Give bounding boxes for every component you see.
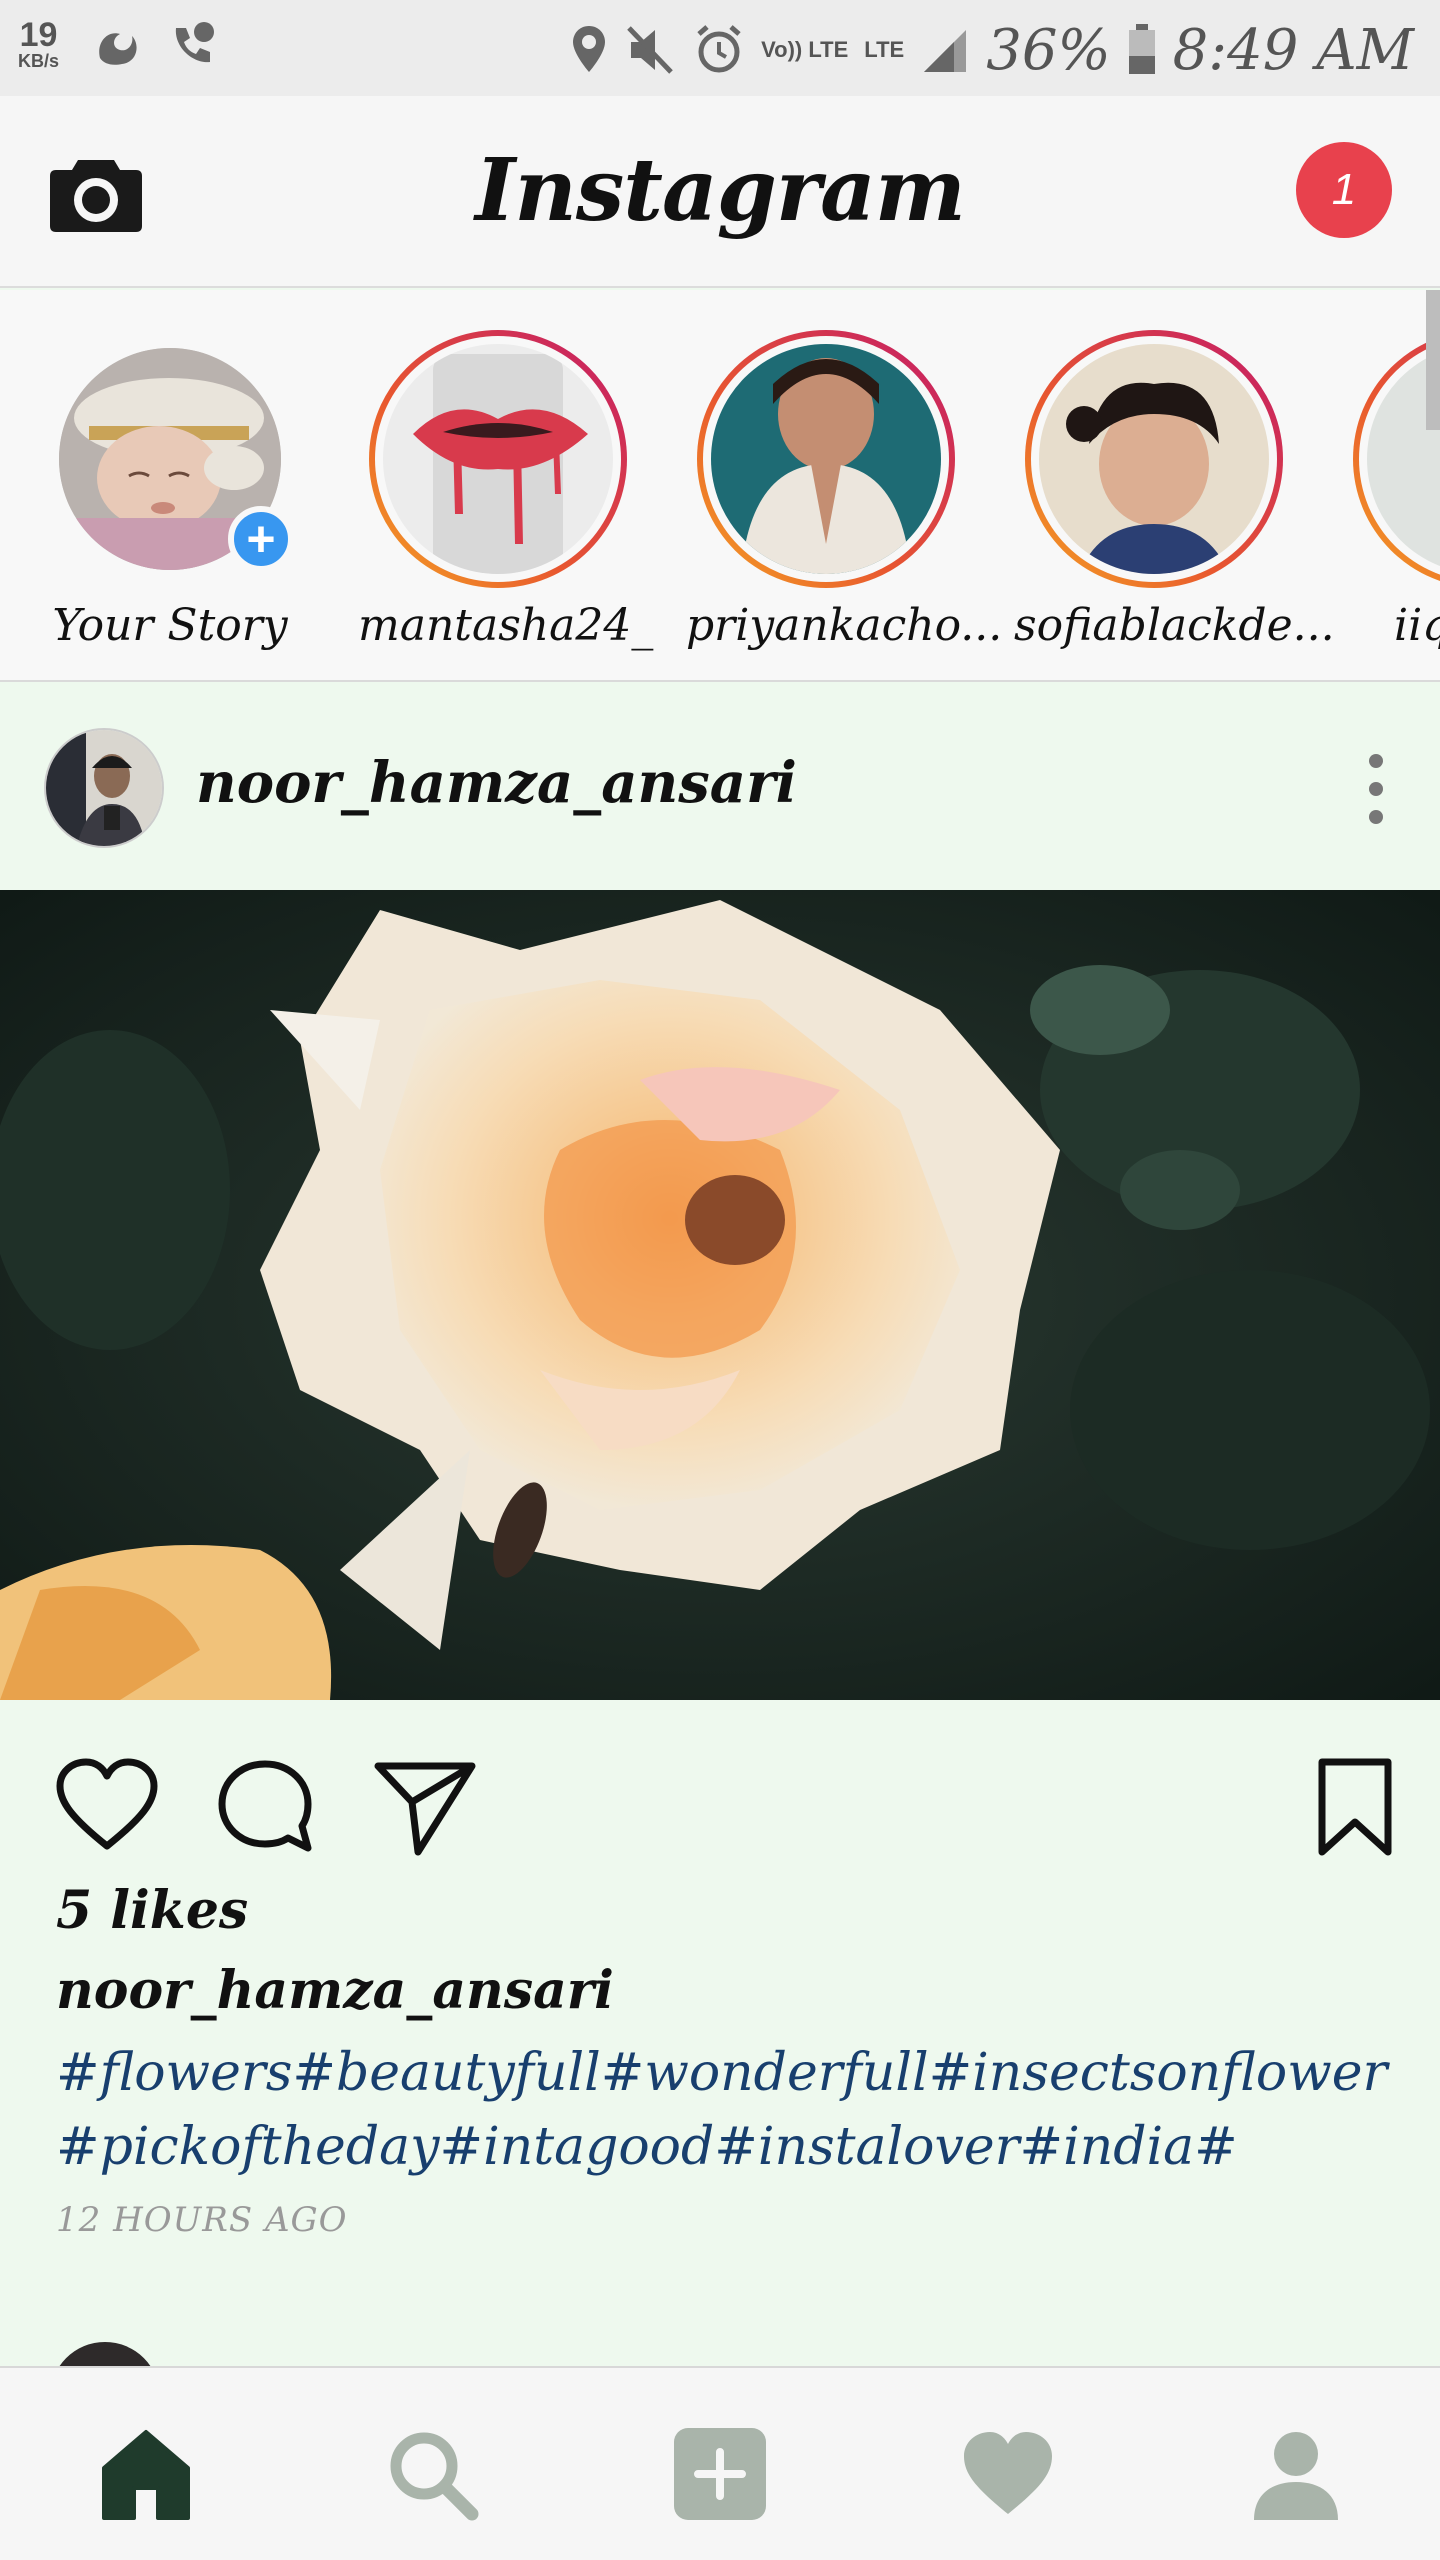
app-header: Instagram 1 <box>0 96 1440 288</box>
clock: 8:49 AM <box>1172 17 1414 83</box>
caption-hashtags: #flowers#beautyfull#wonderfull#insectson… <box>56 2036 1396 2184</box>
lips-photo <box>383 344 613 574</box>
battery-icon <box>1128 24 1155 74</box>
network-speed-unit: KB/s <box>18 51 60 71</box>
avatar <box>711 344 941 574</box>
story-ring <box>1025 330 1283 588</box>
story-sofiablackdeath[interactable]: sofiablackde... <box>1014 330 1335 651</box>
story-label: priyankacho... <box>686 600 1003 651</box>
likes-count[interactable]: 5 likes <box>56 1880 248 1941</box>
location-icon <box>573 26 606 72</box>
signal-icon <box>924 30 967 72</box>
avatar <box>383 344 613 574</box>
hashtags-line-2[interactable]: #pickoftheday#intagood#instalover#india# <box>56 2110 1396 2184</box>
notification-badge[interactable]: 1 <box>1296 142 1392 238</box>
status-left-icons <box>90 18 220 74</box>
story-priyankachopra[interactable]: priyankacho... <box>686 330 1003 651</box>
lte-indicator: LTE <box>864 37 905 63</box>
story-label: iiq <box>1394 600 1440 651</box>
heart-filled-icon[interactable] <box>958 2424 1058 2524</box>
scrollbar[interactable] <box>1426 290 1440 430</box>
stories-tray[interactable]: + Your Story mantasha24_ priyankacho... … <box>0 290 1440 682</box>
person-icon[interactable] <box>1246 2424 1346 2524</box>
add-story-icon[interactable]: + <box>228 506 294 572</box>
story-your-story[interactable]: + Your Story <box>30 330 310 651</box>
more-options-icon[interactable] <box>1362 754 1390 824</box>
post-image[interactable] <box>0 890 1440 1700</box>
bottom-navigation <box>0 2366 1440 2560</box>
comment-icon[interactable] <box>210 1752 320 1862</box>
post-header: noor_hamza_ansari <box>0 684 1440 890</box>
status-right-icons: Vo)) LTE LTE 36% 8:49 AM <box>569 10 1414 90</box>
heart-outline-icon[interactable] <box>52 1752 162 1862</box>
bookmark-icon[interactable] <box>1300 1752 1410 1862</box>
priyanka-photo <box>711 344 941 574</box>
post-timestamp: 12 HOURS AGO <box>56 2200 348 2240</box>
battery-percent: 36% <box>986 17 1111 83</box>
avatar <box>1039 344 1269 574</box>
search-icon[interactable] <box>382 2424 482 2524</box>
mute-icon <box>627 26 673 74</box>
story-label: mantasha24_ <box>358 600 654 651</box>
alarm-icon <box>697 25 741 73</box>
child-photo <box>1039 344 1269 574</box>
story-ring <box>369 330 627 588</box>
volte-indicator: Vo)) LTE <box>761 37 849 63</box>
paper-plane-icon[interactable] <box>370 1752 480 1862</box>
uc-browser-icon <box>99 33 137 65</box>
post-actions <box>0 1700 1440 1880</box>
post-username[interactable]: noor_hamza_ansari <box>196 750 797 816</box>
story-label: Your Story <box>52 600 288 651</box>
plus-square-icon[interactable] <box>670 2424 770 2524</box>
home-icon[interactable] <box>96 2424 196 2524</box>
app-logo: Instagram <box>475 140 966 241</box>
network-speed: 19 KB/s <box>18 18 59 70</box>
story-mantasha24[interactable]: mantasha24_ <box>358 330 654 651</box>
phone-chat-icon <box>175 22 214 63</box>
story-label: sofiablackde... <box>1014 600 1335 651</box>
user-photo <box>46 730 162 846</box>
status-bar: 19 KB/s Vo)) LTE LTE 36% 8:49 AM <box>0 0 1440 96</box>
caption-username[interactable]: noor_hamza_ansari <box>56 1960 614 2021</box>
hashtags-line-1[interactable]: #flowers#beautyfull#wonderfull#insectson… <box>56 2036 1396 2110</box>
rose-photo <box>0 890 1440 1700</box>
avatar[interactable] <box>44 728 164 848</box>
network-speed-value: 19 <box>19 16 58 54</box>
story-ring <box>697 330 955 588</box>
